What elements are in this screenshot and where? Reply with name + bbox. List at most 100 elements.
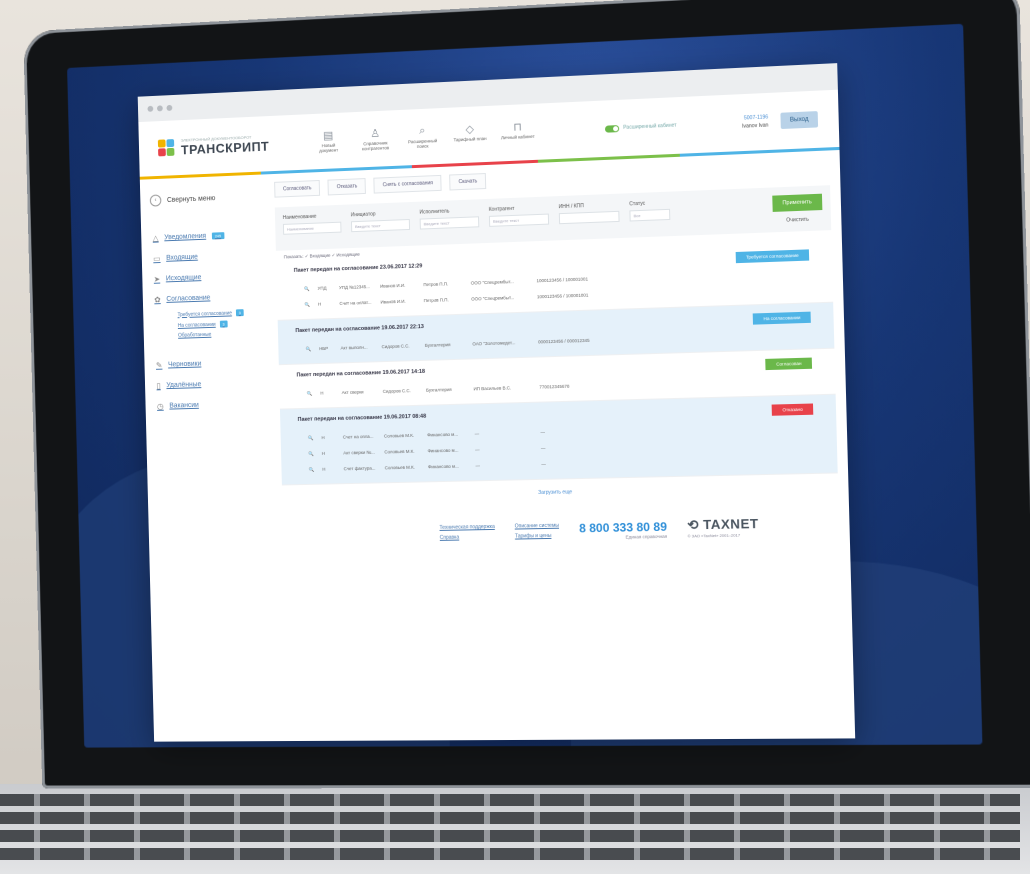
extended-cabinet-toggle[interactable]: Расширенный кабинет — [605, 122, 677, 132]
status-badge: На согласовании — [753, 312, 811, 325]
table-cell: 770012345678 — [539, 382, 620, 390]
table-cell: ИП Васильев В.С. — [473, 385, 533, 393]
search-icon[interactable]: 🔍 — [308, 435, 316, 441]
filter-contractor-input[interactable]: Введите текст — [489, 214, 549, 227]
user-name: Ivanov Ivan — [742, 121, 769, 130]
table-cell: Бухгалтерия — [425, 342, 467, 349]
search-icon[interactable]: 🔍 — [309, 467, 317, 473]
bell-icon: △ — [153, 234, 159, 243]
table-cell: Счет на оплат... — [339, 300, 374, 307]
status-badge: Отказано — [772, 403, 813, 415]
table-cell: ООО "Спецрембыт... — [471, 278, 531, 286]
table-cell: Акт выполн... — [341, 344, 376, 351]
table-cell: Н — [322, 466, 338, 472]
table-cell: Иванов И.И. — [380, 282, 417, 289]
table-cell: Счет фактура... — [344, 466, 379, 473]
status-badge: Требуется согласование — [736, 249, 810, 263]
table-cell: Иванов И.И. — [380, 298, 417, 305]
table-cell: Петров П.П. — [424, 297, 466, 304]
toolbar: ▤ Новый документ ♙ Справочник контрагентов… — [312, 120, 535, 154]
pen-icon: ✎ — [156, 361, 163, 370]
clear-button[interactable]: Очистить — [772, 216, 822, 224]
approve-button[interactable]: Согласовать — [274, 180, 320, 198]
gear-icon: ✿ — [154, 295, 161, 304]
table-cell: — — [540, 428, 621, 436]
support-phone[interactable]: 8 800 333 80 89 — [579, 520, 667, 536]
chevron-left-icon: ‹ — [150, 194, 162, 206]
filter-contractor: Контрагент Введите текст — [489, 205, 549, 227]
user-icon: ♙ — [370, 127, 380, 141]
filter-initiator-input[interactable]: Введите текст — [351, 219, 410, 232]
app-window: ЭЛЕКТРОННЫЙ ДОКУМЕНТООБОРОТ ТРАНСКРИПТ ▤… — [138, 63, 855, 742]
search-icon[interactable]: 🔍 — [304, 286, 312, 292]
trash-icon: ▯ — [156, 381, 160, 390]
table-cell: Финансово м... — [427, 431, 469, 438]
apply-button[interactable]: Применить — [772, 194, 823, 212]
search-icon[interactable]: 🔍 — [305, 346, 313, 352]
notifications-badge: 245 — [212, 232, 224, 239]
table-cell: Н — [320, 390, 336, 396]
user-info: 5007-1196 Ivanov Ivan — [742, 113, 769, 130]
withdraw-button[interactable]: Снять с согласования — [374, 175, 442, 194]
table-cell: Бухгалтерия — [426, 387, 468, 394]
footer-link-description[interactable]: Описание системы — [515, 521, 560, 532]
tool-personal-cabinet[interactable]: ⊓ Личный кабинет — [500, 120, 535, 146]
reject-button[interactable]: Отказать — [328, 178, 367, 195]
filter-executor-input[interactable]: Введите текст — [420, 216, 480, 229]
table-cell: Финансово м... — [428, 447, 470, 454]
table-cell: 1000123456 / 100001001 — [536, 275, 617, 284]
document-icon: ▤ — [323, 129, 333, 143]
table-cell: Н — [322, 451, 338, 457]
table-cell: — — [475, 462, 535, 469]
search-icon[interactable]: 🔍 — [308, 451, 316, 457]
table-cell: — — [541, 460, 622, 468]
footer-link-support[interactable]: Техническая поддержка — [439, 522, 495, 533]
sidebar: ‹ Свернуть меню △ Уведомления 245 ▭ Входящи… — [140, 174, 273, 513]
table-cell: НБР — [319, 346, 335, 352]
table-cell: — — [475, 430, 535, 437]
inbox-icon: ▭ — [153, 254, 160, 263]
table-cell: 1000123456 / 100001001 — [537, 292, 618, 301]
filter-status-select[interactable]: Все — [629, 209, 670, 222]
filter-inn-input[interactable] — [559, 211, 620, 224]
table-cell: Соловьев М.К. — [385, 465, 423, 472]
maximize-window-button[interactable] — [166, 105, 172, 111]
tool-new-document[interactable]: ▤ Новый документ — [312, 128, 346, 153]
table-cell: Счет на опла... — [343, 434, 378, 441]
footer-link-help[interactable]: Справка — [440, 532, 496, 543]
footer-link-tariffs[interactable]: Тарифы и цены — [515, 531, 560, 542]
copyright: © ЗАО «TaxNet» 2001–2017 — [688, 532, 759, 538]
table-cell: Сидоров С.С. — [382, 343, 419, 350]
table-cell: ОАО "Золотомедет... — [472, 340, 532, 348]
table-cell: ООО "Спецрембыт... — [471, 295, 531, 303]
lock-icon: ⊓ — [513, 120, 522, 134]
logo[interactable]: ЭЛЕКТРОННЫЙ ДОКУМЕНТООБОРОТ ТРАНСКРИПТ — [158, 132, 303, 158]
taxnet-logo: ⟲ TAXNET — [687, 516, 759, 534]
tool-advanced-search[interactable]: ⌕ Расширенный поиск — [405, 124, 439, 149]
search-icon[interactable]: 🔍 — [307, 391, 315, 397]
tool-contractors[interactable]: ♙ Справочник контрагентов — [358, 126, 392, 151]
table-cell: Финансово м... — [428, 463, 470, 470]
tool-tariff-plan[interactable]: ◇ Тарифный план — [453, 122, 487, 147]
send-icon: ➤ — [154, 275, 161, 284]
table-cell: Сидоров С.С. — [383, 388, 421, 395]
search-icon: ⌕ — [419, 125, 425, 139]
tag-icon: ◇ — [465, 123, 474, 137]
exit-button[interactable]: Выход — [780, 111, 818, 129]
table-cell: Соловьев М.К. — [384, 449, 422, 456]
sidebar-item-vacancies[interactable]: ◷ Вакансии — [145, 393, 270, 417]
minimize-window-button[interactable] — [157, 105, 163, 111]
search-icon[interactable]: 🔍 — [304, 302, 312, 308]
close-window-button[interactable] — [147, 106, 153, 112]
toggle-switch[interactable] — [605, 125, 619, 133]
clock-icon: ◷ — [157, 402, 164, 411]
table-cell: Акт сверки №... — [343, 450, 378, 457]
filter-status: Статус Все — [629, 200, 670, 222]
logo-icon — [158, 139, 176, 157]
package-block[interactable]: Пакет передан на согласование 19.06.2017… — [280, 395, 838, 486]
collapse-menu[interactable]: ‹ Свернуть меню — [140, 190, 265, 207]
filter-initiator: Инициатор Введите текст — [351, 210, 410, 232]
filter-name-input[interactable]: Наименование — [283, 222, 342, 235]
download-button[interactable]: Скачать — [449, 173, 486, 190]
logo-title: ТРАНСКРИПТ — [181, 139, 270, 158]
